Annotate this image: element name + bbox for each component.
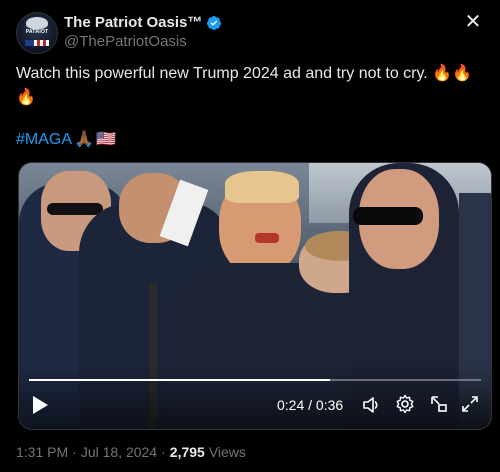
meta-separator: · [72,444,77,460]
picture-in-picture-icon[interactable] [429,394,449,414]
time-display: 0:24 / 0:36 [277,397,344,413]
close-icon[interactable]: ✕ [462,12,484,34]
play-icon[interactable] [31,395,49,415]
volume-icon[interactable] [361,395,381,415]
tweet-header: PATRIOT The Patriot Oasis™ @ThePatriotOa… [16,12,484,56]
gear-icon[interactable] [395,394,415,414]
name-row: The Patriot Oasis™ [64,14,222,31]
handle[interactable]: @ThePatriotOasis [64,33,187,50]
display-name[interactable]: The Patriot Oasis™ [64,14,202,31]
eagle-logo-icon [26,17,48,29]
hashtag-link[interactable]: #MAGA [16,128,72,152]
trailing-emoji-2: 🇺🇸 [95,131,116,148]
avatar-text: PATRIOT [25,29,49,35]
hashtag-line: #MAGA 🙏🏾 🇺🇸 [16,128,116,152]
trailing-emoji-1: 🙏🏾 [74,131,94,148]
tweet-meta: 1:31 PM · Jul 18, 2024 · 2,795 Views [16,444,246,460]
avatar[interactable]: PATRIOT [16,12,58,54]
tweet-time[interactable]: 1:31 PM [16,444,68,460]
verified-badge-icon [207,15,222,30]
tweet-text: Watch this powerful new Trump 2024 ad an… [16,65,473,106]
video-controls: 0:24 / 0:36 [19,381,491,429]
flag-canton-icon [25,40,34,46]
meta-separator-2: · [161,444,166,460]
video-player[interactable]: 0:24 / 0:36 [18,162,492,430]
views-label: Views [208,444,246,460]
expand-icon[interactable] [460,394,480,414]
tweet-date[interactable]: Jul 18, 2024 [81,444,157,460]
views-count: 2,795 [169,444,205,460]
